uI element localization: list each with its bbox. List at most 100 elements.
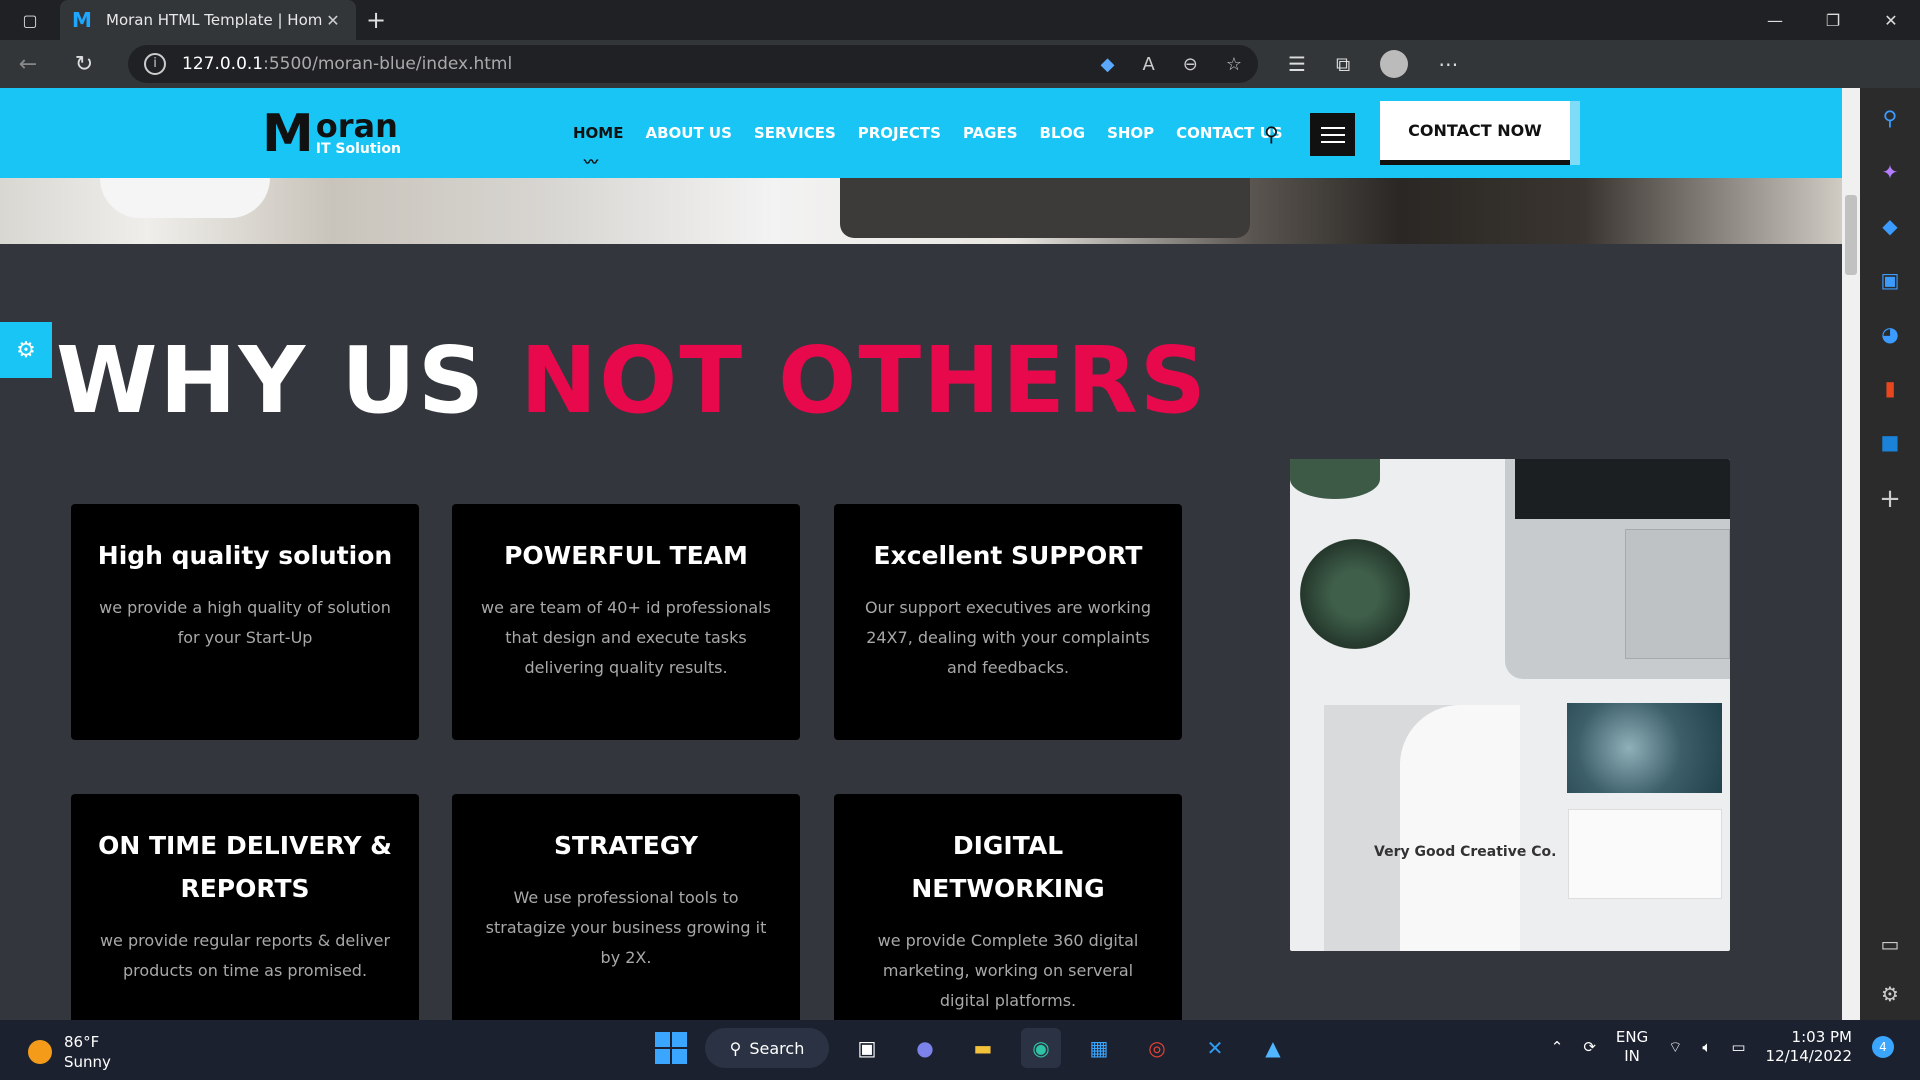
nav-projects[interactable]: PROJECTS [858,124,941,142]
reload-icon[interactable]: ↻ [56,52,112,77]
taskbar-search[interactable]: ⚲ Search [705,1028,829,1068]
profile-avatar[interactable] [1380,50,1409,78]
language-indicator[interactable]: ENG IN [1616,1028,1648,1066]
main-nav: HOME ABOUT US SERVICES PROJECTS PAGES BL… [573,124,1283,142]
nav-blog[interactable]: BLOG [1040,124,1086,142]
tools-icon[interactable]: ▣ [1881,268,1900,292]
feature-card: High quality solution we provide a high … [71,504,419,740]
brochure-torn [1400,705,1520,951]
brand-logo[interactable]: M oran IT Solution [262,104,401,164]
image-caption: Very Good Creative Co. [1374,844,1557,860]
title-white: WHY US [56,327,521,434]
clock[interactable]: 1:03 PM 12/14/2022 [1766,1028,1852,1066]
search-label: Search [749,1038,805,1058]
hero-laptop [840,178,1250,238]
site-header: M oran IT Solution HOME ABOUT US SERVICE… [0,88,1842,178]
photos-icon[interactable]: ▲ [1253,1028,1293,1068]
browser-sidebar: ⚲ ✦ ◆ ▣ ◕ ▮ ■ + ▭ ⚙ [1860,88,1920,1020]
clock-date: 12/14/2022 [1765,1047,1852,1065]
search-icon: ⚲ [729,1038,742,1058]
split-screen-icon[interactable]: ▭ [1881,932,1900,956]
task-view-icon[interactable]: ▣ [847,1028,887,1068]
site-info-icon[interactable]: i [144,53,166,75]
url-path: :5500/moran-blue/index.html [263,54,513,74]
start-button[interactable] [655,1032,687,1064]
vscode-icon[interactable]: ✕ [1195,1028,1235,1068]
battery-icon[interactable]: ▭ [1731,1038,1745,1056]
address-bar[interactable]: i 127.0.0.1:5500/moran-blue/index.html ◆… [128,45,1258,83]
sync-icon[interactable]: ⟳ [1583,1038,1596,1056]
add-icon[interactable]: + [1879,484,1901,514]
contact-now-button[interactable]: CONTACT NOW [1380,101,1570,165]
card-title: DIGITAL NETWORKING [911,831,1105,903]
add-favorite-icon[interactable]: ☆ [1226,54,1242,75]
sidebar-settings-icon[interactable]: ⚙ [1881,982,1899,1006]
brand-letter: M [262,104,314,164]
search-icon[interactable]: ⚲ [1264,122,1279,146]
store-icon[interactable]: ▦ [1079,1028,1119,1068]
lang-region: IN [1624,1047,1640,1065]
section-title: WHY US NOT OTHERS [56,326,1208,436]
more-menu-icon[interactable]: ⋯ [1438,52,1458,76]
edge-icon[interactable]: ◉ [1021,1028,1061,1068]
nav-about-us[interactable]: ABOUT US [645,124,731,142]
volume-icon[interactable]: 🔈︎ [1702,1038,1711,1056]
card-title: High quality solution [97,541,393,570]
collections-icon[interactable]: ⧉ [1336,52,1350,76]
ocean-photo [1567,703,1722,793]
card-text: we provide regular reports & deliver pro… [99,931,391,980]
nav-services[interactable]: SERVICES [754,124,836,142]
new-tab-button[interactable]: + [356,6,396,34]
tab-title: Moran HTML Template | Homepa [106,11,322,29]
show-hidden-icons-icon[interactable]: ⌃ [1551,1038,1564,1056]
read-aloud-icon[interactable]: A [1142,54,1154,75]
card-title: POWERFUL TEAM [504,541,748,570]
file-explorer-icon[interactable]: ▬ [963,1028,1003,1068]
address-toolbar: ← ↻ i 127.0.0.1:5500/moran-blue/index.ht… [0,40,1920,88]
zoom-icon[interactable]: ⊖ [1183,54,1198,75]
minimize-button[interactable]: — [1746,11,1804,30]
back-icon[interactable]: ← [0,52,56,77]
settings-gear-icon[interactable]: ⚙ [0,322,52,378]
card-title: Excellent SUPPORT [873,541,1143,570]
wifi-icon[interactable]: ⌔ [1668,1038,1682,1057]
close-window-button[interactable]: ✕ [1862,11,1920,30]
favorites-icon[interactable]: ☰ [1288,52,1306,76]
outlook-icon[interactable]: ■ [1881,430,1900,454]
nav-pages[interactable]: PAGES [963,124,1018,142]
search-icon[interactable]: ⚲ [1883,106,1898,130]
page-viewport: M oran IT Solution HOME ABOUT US SERVICE… [0,88,1842,1020]
weather-widget[interactable]: 86°F Sunny [28,1032,111,1072]
restore-button[interactable]: ❐ [1804,11,1862,30]
url-host: 127.0.0.1 [182,54,264,74]
teams-icon[interactable]: ● [905,1028,945,1068]
scrollbar-thumb[interactable] [1845,195,1857,275]
brand-name: oran [315,107,398,145]
card-title: ON TIME DELIVERY & REPORTS [98,831,392,903]
nav-home[interactable]: HOME [573,124,623,142]
weather-temp: 86°F [64,1033,100,1051]
hero-cup [100,178,270,218]
clock-time: 1:03 PM [1791,1028,1852,1046]
copilot-icon[interactable]: ✦ [1882,160,1899,184]
chrome-icon[interactable]: ◎ [1137,1028,1177,1068]
shopping-icon[interactable]: ◆ [1882,214,1897,238]
office-icon[interactable]: ▮ [1884,376,1895,400]
weather-condition: Sunny [64,1053,111,1071]
games-icon[interactable]: ◕ [1881,322,1898,346]
sun-icon [28,1040,52,1064]
hamburger-menu-button[interactable] [1310,113,1355,156]
card-text: we provide Complete 360 digital marketin… [877,931,1139,1010]
close-tab-icon[interactable]: ✕ [322,11,344,30]
coupon-icon[interactable]: ◆ [1101,54,1115,75]
hero-image-strip [0,178,1842,244]
card-title: STRATEGY [554,831,698,860]
browser-tab[interactable]: M Moran HTML Template | Homepa ✕ [60,0,356,40]
browser-tabbar: ▢ M Moran HTML Template | Homepa ✕ + — ❐… [0,0,1920,40]
card-text: we are team of 40+ id professionals that… [481,598,771,677]
tab-actions-icon[interactable]: ▢ [0,0,60,40]
feature-card: DIGITAL NETWORKING we provide Complete 3… [834,794,1182,1020]
card-text: Our support executives are working 24X7,… [864,598,1152,677]
notification-badge[interactable]: 4 [1872,1036,1894,1058]
nav-shop[interactable]: SHOP [1107,124,1154,142]
